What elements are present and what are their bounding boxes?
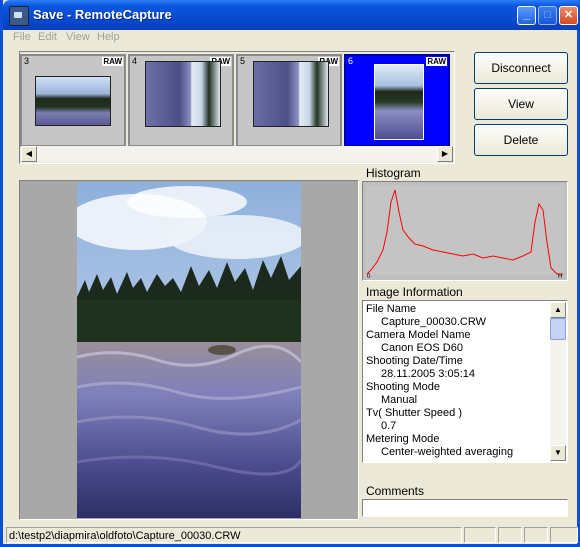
image-preview[interactable]: [19, 180, 359, 520]
thumbnail-strip: 3 RAW 4 RAW 5 RAW 6 RAW ◀ ▶: [19, 51, 455, 164]
info-value-shooting-date: 28.11.2005 3:05:14: [381, 368, 475, 380]
info-key-metering-mode: Metering Mode: [366, 433, 440, 445]
status-pane: [464, 527, 496, 543]
info-key-file-name: File Name: [366, 303, 417, 315]
menu-bar: File Edit View Help: [6, 30, 580, 46]
info-value-shutter-speed: 0.7: [381, 420, 397, 432]
thumbnail-number: 4: [132, 56, 138, 66]
menu-file[interactable]: File: [13, 31, 31, 43]
comments-field[interactable]: [362, 499, 568, 517]
comments-label: Comments: [366, 484, 425, 498]
status-bar: d:\testp2\diapmira\oldfoto\Capture_00030…: [6, 527, 580, 544]
disconnect-button[interactable]: Disconnect: [474, 52, 568, 84]
image-info-label: Image Information: [366, 285, 463, 299]
info-key-shutter-speed: Tv( Shutter Speed ): [366, 407, 462, 419]
thumbnail-scrollbar[interactable]: ◀ ▶: [21, 146, 453, 162]
info-value-file-name: Capture_00030.CRW: [381, 316, 486, 328]
histogram-axis-max: H: [558, 274, 562, 280]
raw-badge: RAW: [102, 57, 123, 66]
status-path: d:\testp2\diapmira\oldfoto\Capture_00030…: [9, 530, 241, 542]
thumbnail-4[interactable]: 4 RAW: [128, 54, 234, 147]
info-key-shooting-mode: Shooting Mode: [366, 381, 440, 393]
histogram-chart: 0 H: [366, 185, 564, 280]
scroll-left-button[interactable]: ◀: [21, 146, 37, 162]
thumbnail-5[interactable]: 5 RAW: [236, 54, 342, 147]
status-pane: [498, 527, 522, 543]
delete-button[interactable]: Delete: [474, 124, 568, 156]
info-value-camera-model: Canon EOS D60: [381, 342, 463, 354]
info-value-metering-mode: Center-weighted averaging: [381, 446, 514, 458]
info-key-camera-model: Camera Model Name: [366, 329, 471, 341]
camera-app-icon[interactable]: [9, 6, 29, 26]
status-pane: [550, 527, 578, 543]
menu-view[interactable]: View: [66, 31, 90, 43]
window-title: Save - RemoteCapture: [33, 7, 172, 22]
info-value-shooting-mode: Manual: [381, 394, 418, 406]
thumbnail-6[interactable]: 6 RAW: [344, 54, 450, 147]
thumbnail-image: [35, 76, 111, 126]
menu-help[interactable]: Help: [97, 31, 120, 43]
scroll-thumb[interactable]: [550, 318, 566, 340]
menu-edit[interactable]: Edit: [38, 31, 57, 43]
thumbnail-image: [253, 61, 329, 127]
thumbnail-image: [374, 64, 424, 140]
preview-photo: [77, 182, 301, 518]
thumbnail-number: 6: [348, 56, 354, 66]
histogram-panel: 0 H: [362, 181, 568, 281]
title-bar[interactable]: Save - RemoteCapture _ □ ✕: [3, 0, 580, 30]
close-button[interactable]: ✕: [559, 6, 578, 25]
info-scrollbar[interactable]: ▲ ▼: [550, 302, 566, 461]
thumbnail-number: 5: [240, 56, 246, 66]
status-path-pane: d:\testp2\diapmira\oldfoto\Capture_00030…: [6, 527, 462, 543]
thumbnail-3[interactable]: 3 RAW: [20, 54, 126, 147]
scroll-down-button[interactable]: ▼: [550, 445, 566, 461]
image-info-list[interactable]: File Name Capture_00030.CRW Camera Model…: [362, 300, 568, 463]
histogram-label: Histogram: [366, 166, 421, 180]
minimize-button[interactable]: _: [517, 6, 536, 25]
info-key-shooting-date: Shooting Date/Time: [366, 355, 463, 367]
status-pane: [524, 527, 548, 543]
scroll-up-button[interactable]: ▲: [550, 302, 566, 318]
view-button[interactable]: View: [474, 88, 568, 120]
raw-badge: RAW: [426, 57, 447, 66]
thumbnail-image: [145, 61, 221, 127]
app-window: Save - RemoteCapture _ □ ✕ File Edit Vie…: [0, 0, 580, 547]
scroll-right-button[interactable]: ▶: [437, 146, 453, 162]
maximize-button[interactable]: □: [538, 6, 557, 25]
thumbnail-number: 3: [24, 56, 30, 66]
